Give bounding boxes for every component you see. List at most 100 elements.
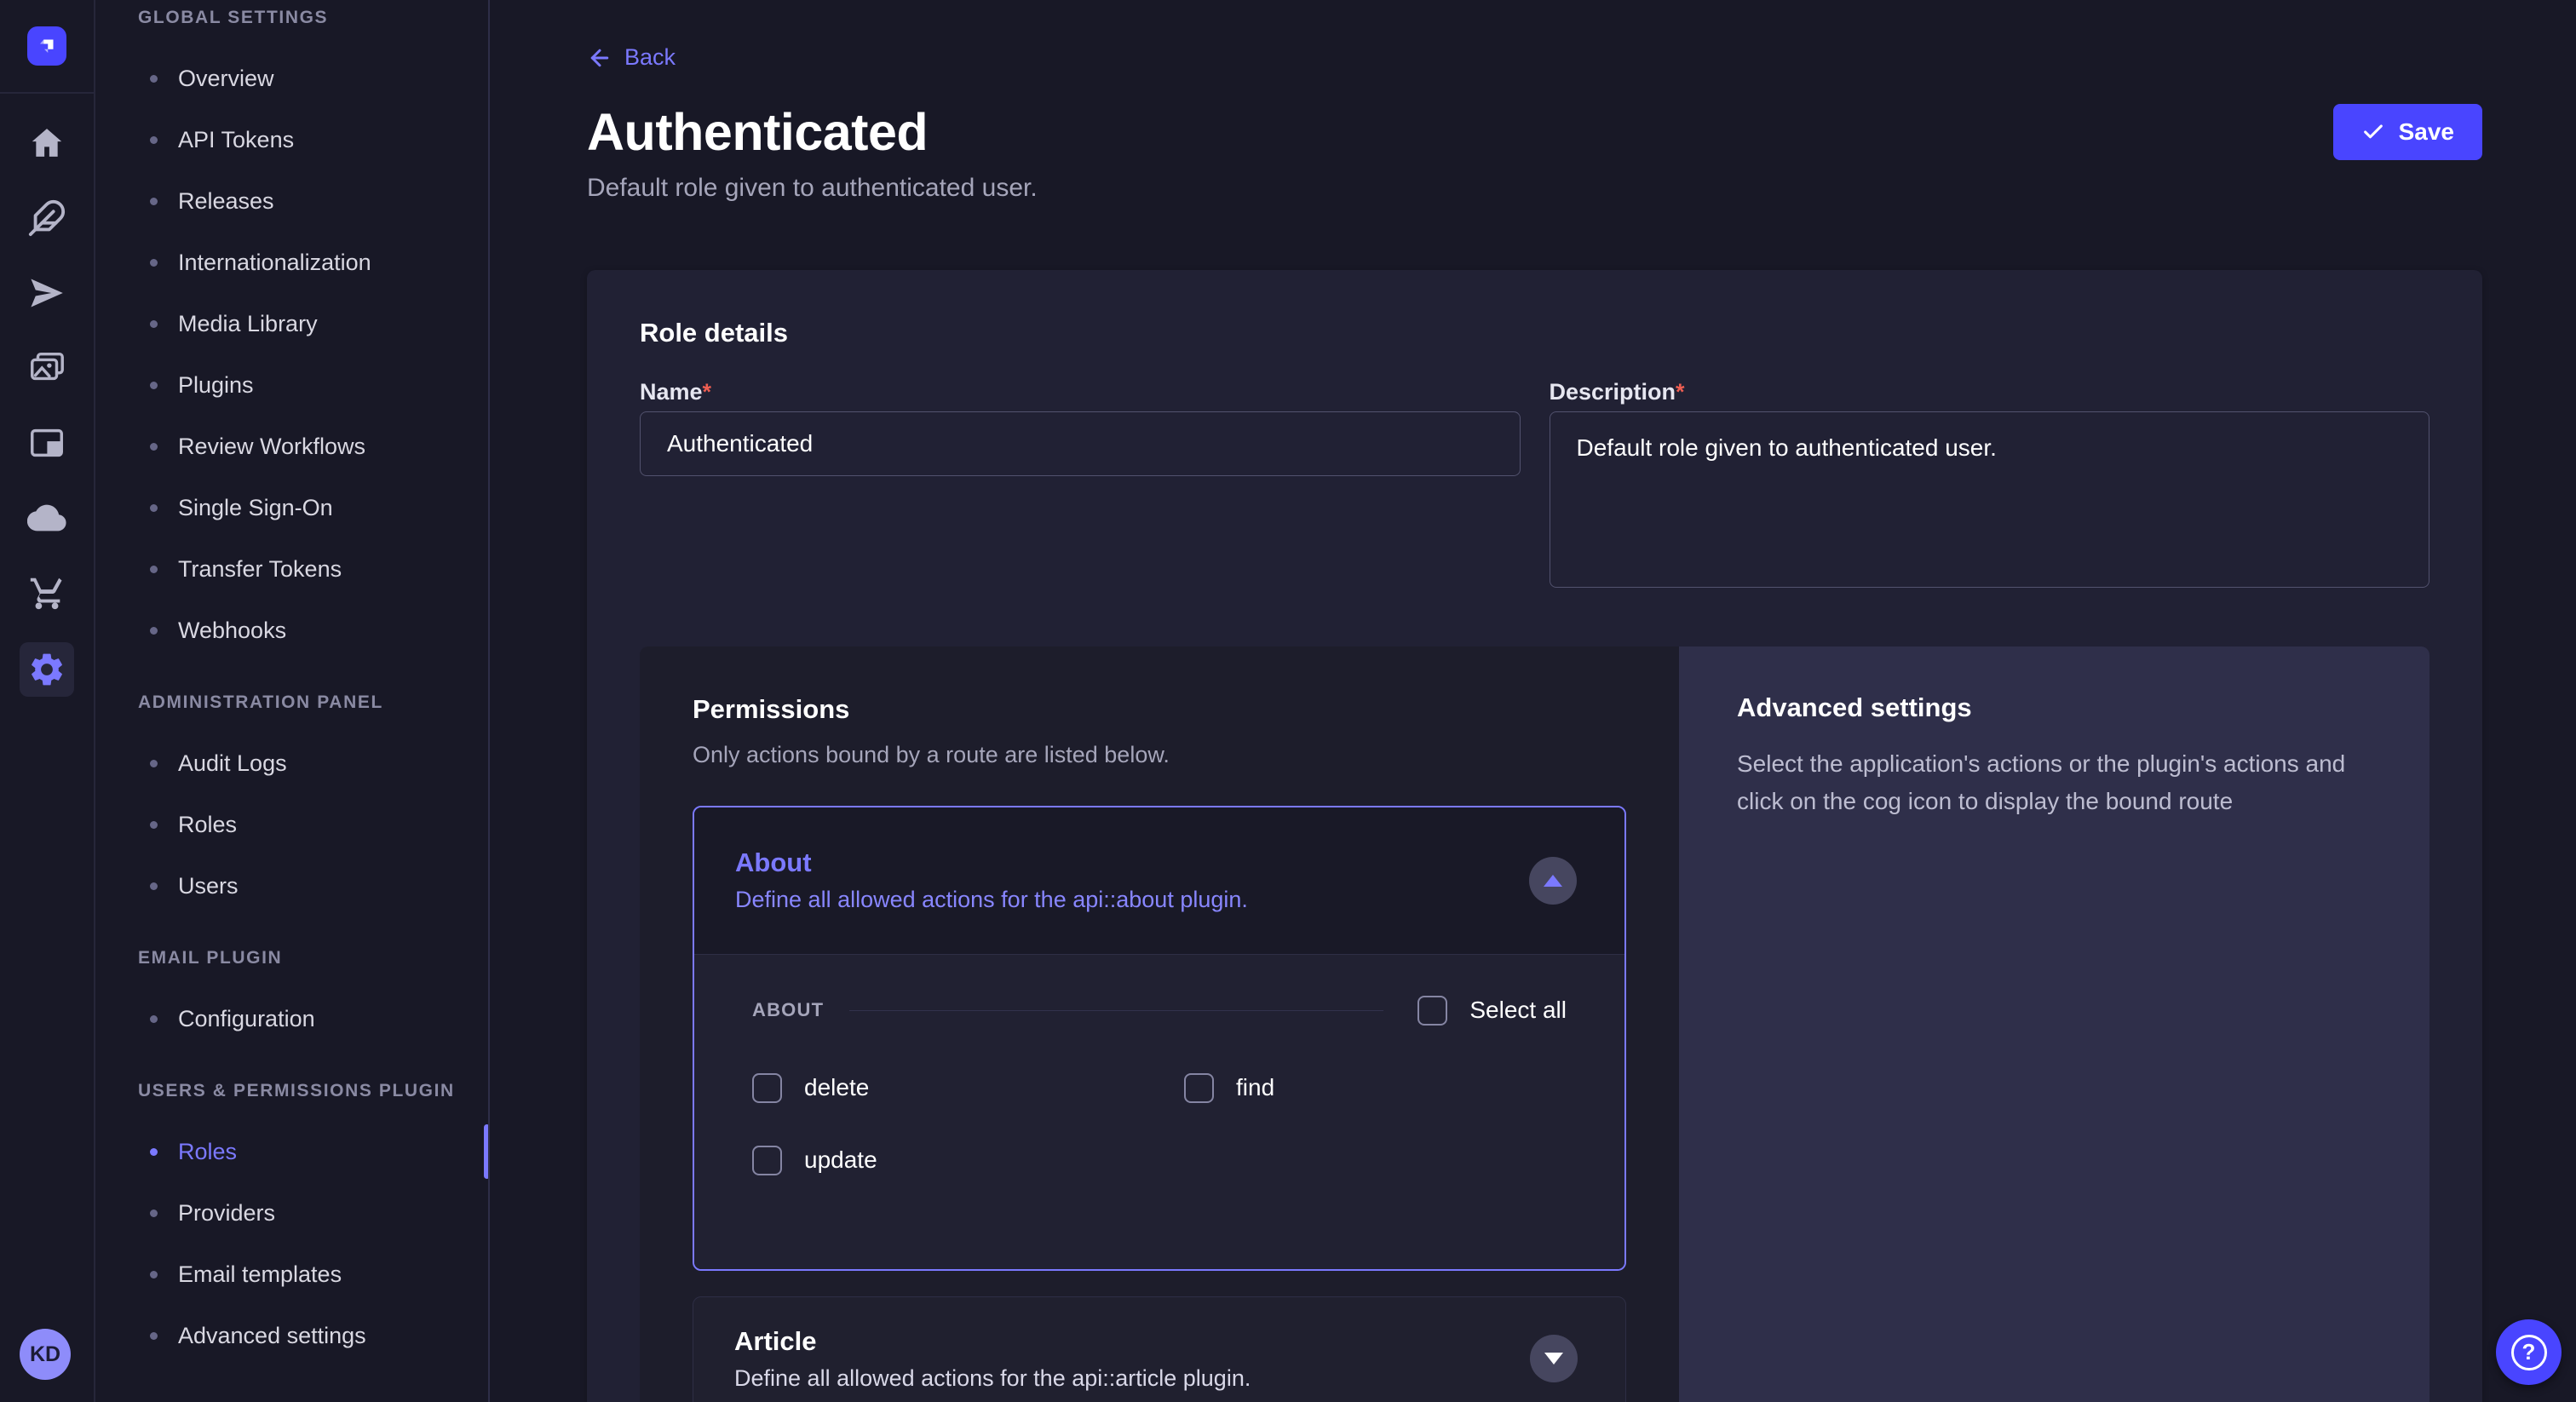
cart-icon[interactable] [20,567,74,618]
bullet-icon [150,1332,158,1340]
sidebar-item-transfer-tokens[interactable]: Transfer Tokens [95,538,488,600]
action-find: find [1184,1073,1567,1103]
accordion-article-header[interactable]: Article Define all allowed actions for t… [693,1297,1625,1402]
avatar[interactable]: KD [20,1329,71,1380]
select-all-item: Select all [1417,996,1567,1026]
cloud-icon[interactable] [20,492,74,543]
sidebar-item-providers[interactable]: Providers [95,1182,488,1244]
required-asterisk: * [1676,379,1685,405]
section-title: GLOBAL SETTINGS [95,5,488,31]
section-title: USERS & PERMISSIONS PLUGIN [95,1078,488,1104]
nav-section-administration-panel: ADMINISTRATION PANEL Audit Logs Roles Us… [95,690,488,916]
bullet-icon [150,627,158,635]
permissions-subtitle: Only actions bound by a route are listed… [693,742,1626,768]
rail-icon-nav [20,94,74,697]
advanced-settings-panel: Advanced settings Select the application… [1679,646,2429,1402]
section-title: EMAIL PLUGIN [95,945,488,971]
sidebar-item-review-workflows[interactable]: Review Workflows [95,416,488,477]
permissions-heading: Permissions [693,694,1626,725]
paper-plane-icon[interactable] [20,267,74,319]
sidebar-item-audit-logs[interactable]: Audit Logs [95,733,488,794]
sidebar-item-overview[interactable]: Overview [95,48,488,109]
required-asterisk: * [703,379,712,405]
strapi-logo-icon[interactable] [27,26,66,66]
name-field-group: Name* [640,379,1521,592]
delete-checkbox[interactable] [752,1073,782,1103]
sidebar-item-plugins[interactable]: Plugins [95,354,488,416]
advanced-settings-heading: Advanced settings [1737,692,2372,723]
update-label[interactable]: update [804,1146,877,1174]
select-all-label[interactable]: Select all [1469,997,1567,1024]
group-divider [849,1010,1383,1011]
bullet-icon [150,443,158,451]
home-icon[interactable] [20,118,74,169]
bullet-icon [150,1015,158,1023]
actions-grid: delete find update [752,1073,1567,1175]
sidebar-item-up-roles[interactable]: Roles [95,1121,488,1182]
description-field-group: Description* Default role given to authe… [1550,379,2430,592]
nav-section-email-plugin: EMAIL PLUGIN Configuration [95,945,488,1049]
settings-gear-icon[interactable] [20,642,74,697]
chevron-up-icon [1544,875,1562,887]
sidebar-item-webhooks[interactable]: Webhooks [95,600,488,661]
name-input[interactable] [640,411,1521,476]
bullet-icon [150,504,158,512]
sidebar-item-single-sign-on[interactable]: Single Sign-On [95,477,488,538]
description-label: Description* [1550,379,2430,406]
bullet-icon [150,382,158,389]
section-title: ADMINISTRATION PANEL [95,690,488,715]
sidebar-item-advanced-settings[interactable]: Advanced settings [95,1305,488,1366]
advanced-settings-description: Select the application's actions or the … [1737,745,2372,820]
question-mark-icon: ? [2511,1335,2547,1370]
page-subtitle: Default role given to authenticated user… [587,174,2482,203]
sidebar-item-releases[interactable]: Releases [95,170,488,232]
delete-label[interactable]: delete [804,1074,869,1101]
bullet-icon [150,882,158,890]
bullet-icon [150,760,158,767]
sidebar-item-email-templates[interactable]: Email templates [95,1244,488,1305]
sidebar-item-users[interactable]: Users [95,855,488,916]
bullet-icon [150,136,158,144]
find-label[interactable]: find [1236,1074,1274,1101]
expand-toggle-button[interactable] [1530,1335,1578,1382]
page-title: Authenticated [587,104,928,160]
sidebar-item-admin-roles[interactable]: Roles [95,794,488,855]
accordion-about-subtitle: Define all allowed actions for the api::… [735,887,1248,913]
bullet-icon [150,1210,158,1217]
back-link[interactable]: Back [587,44,676,71]
sidebar-item-api-tokens[interactable]: API Tokens [95,109,488,170]
sidebar-item-internationalization[interactable]: Internationalization [95,232,488,293]
media-library-icon[interactable] [20,342,74,394]
description-textarea[interactable]: Default role given to authenticated user… [1550,411,2430,588]
sidebar-item-configuration[interactable]: Configuration [95,988,488,1049]
select-all-checkbox[interactable] [1417,996,1447,1026]
chevron-down-icon [1544,1353,1563,1365]
main-content: Back Authenticated Save Default role giv… [490,0,2576,1402]
sidebar-item-media-library[interactable]: Media Library [95,293,488,354]
action-update: update [752,1146,1184,1175]
bullet-icon [150,259,158,267]
bullet-icon [150,198,158,205]
find-checkbox[interactable] [1184,1073,1214,1103]
active-item-indicator [484,1124,490,1179]
accordion-about: About Define all allowed actions for the… [693,806,1626,1271]
page-header: Authenticated Save [587,104,2482,160]
layout-icon[interactable] [20,417,74,468]
update-checkbox[interactable] [752,1146,782,1175]
settings-sidebar: GLOBAL SETTINGS Overview API Tokens Rele… [95,0,490,1402]
accordion-article-subtitle: Define all allowed actions for the api::… [734,1365,1251,1392]
bullet-icon [150,1271,158,1278]
action-delete: delete [752,1073,1184,1103]
help-button[interactable]: ? [2496,1319,2562,1385]
accordion-about-header[interactable]: About Define all allowed actions for the… [694,807,1624,954]
accordion-article-title: Article [734,1326,1251,1357]
feather-icon[interactable] [20,192,74,244]
bullet-icon [150,821,158,829]
app-root: KD GLOBAL SETTINGS Overview API Tokens R… [0,0,2576,1402]
check-icon [2361,120,2385,144]
bullet-icon [150,320,158,328]
collapse-toggle-button[interactable] [1529,857,1577,905]
save-button[interactable]: Save [2333,104,2482,160]
permissions-panel: Permissions Only actions bound by a rout… [640,646,1679,1402]
accordion-about-title: About [735,848,1248,878]
